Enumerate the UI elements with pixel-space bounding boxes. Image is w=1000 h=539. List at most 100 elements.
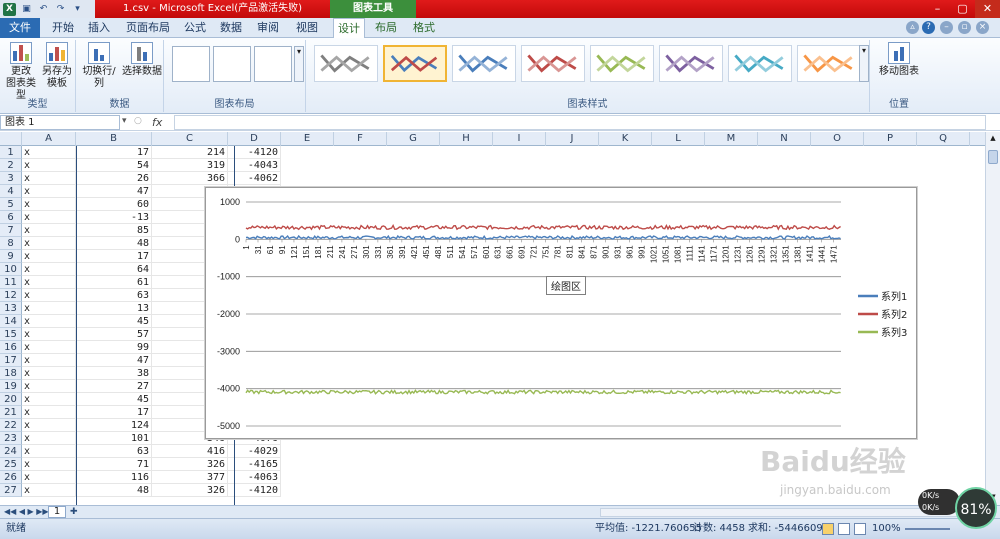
cell-b25[interactable]: 71 [76, 458, 152, 471]
cell-b21[interactable]: 17 [76, 406, 152, 419]
row-header[interactable]: 3 [0, 172, 22, 185]
column-header-k[interactable]: K [599, 132, 652, 146]
switch-row-column-button[interactable]: 切换行/列 [78, 42, 120, 90]
cell-b12[interactable]: 63 [76, 289, 152, 302]
help-icon[interactable]: ? [922, 21, 935, 34]
close-button[interactable]: ✕ [975, 0, 1000, 18]
column-header-f[interactable]: F [334, 132, 387, 146]
cell-a13[interactable]: x [22, 302, 76, 315]
cell-a12[interactable]: x [22, 289, 76, 302]
cell-a18[interactable]: x [22, 367, 76, 380]
cell-b6[interactable]: -13 [76, 211, 152, 224]
cell-c2[interactable]: 319 [152, 159, 228, 172]
cell-b11[interactable]: 61 [76, 276, 152, 289]
insert-function-icon[interactable]: fx [152, 115, 172, 130]
cell-b20[interactable]: 45 [76, 393, 152, 406]
cell-a3[interactable]: x [22, 172, 76, 185]
save-icon[interactable]: ▣ [20, 3, 33, 16]
row-header[interactable]: 25 [0, 458, 22, 471]
cell-d25[interactable]: -4165 [228, 458, 281, 471]
chart-style-4[interactable] [521, 45, 585, 82]
cell-a26[interactable]: x [22, 471, 76, 484]
sheet-nav-icons[interactable]: ◀◀ ◀ ▶ ▶▶ [4, 506, 49, 518]
select-data-button[interactable]: 选择数据 [122, 42, 162, 78]
tab-design[interactable]: 设计 [333, 18, 365, 39]
row-header[interactable]: 17 [0, 354, 22, 367]
save-as-template-button[interactable]: 另存为 模板 [40, 42, 74, 90]
move-chart-button[interactable]: 移动图表 [878, 42, 920, 78]
cell-b24[interactable]: 63 [76, 445, 152, 458]
row-header[interactable]: 9 [0, 250, 22, 263]
layout-3-thumbnail[interactable] [254, 46, 292, 82]
row-header[interactable]: 10 [0, 263, 22, 276]
cell-b15[interactable]: 57 [76, 328, 152, 341]
cell-a8[interactable]: x [22, 237, 76, 250]
column-header-h[interactable]: H [440, 132, 493, 146]
cell-b22[interactable]: 124 [76, 419, 152, 432]
tab-layout[interactable]: 布局 [371, 18, 401, 38]
layout-1-thumbnail[interactable] [172, 46, 210, 82]
cell-d2[interactable]: -4043 [228, 159, 281, 172]
tab-review[interactable]: 审阅 [253, 18, 283, 38]
workbook-restore-icon[interactable]: ▫ [958, 21, 971, 34]
row-header[interactable]: 13 [0, 302, 22, 315]
cell-b9[interactable]: 17 [76, 250, 152, 263]
formula-input[interactable] [174, 115, 986, 130]
layout-gallery-more-icon[interactable]: ▾ [294, 46, 304, 82]
column-header-o[interactable]: O [811, 132, 864, 146]
cell-c26[interactable]: 377 [152, 471, 228, 484]
page-break-view-icon[interactable] [854, 523, 866, 535]
sheet-tab-1[interactable]: 1 [48, 506, 66, 518]
cell-a4[interactable]: x [22, 185, 76, 198]
cell-b10[interactable]: 64 [76, 263, 152, 276]
column-header-q[interactable]: Q [917, 132, 970, 146]
cell-a21[interactable]: x [22, 406, 76, 419]
page-layout-view-icon[interactable] [838, 523, 850, 535]
row-header[interactable]: 24 [0, 445, 22, 458]
customize-qat-icon[interactable]: ▾ [71, 3, 84, 16]
cell-a2[interactable]: x [22, 159, 76, 172]
row-header[interactable]: 6 [0, 211, 22, 224]
column-header-n[interactable]: N [758, 132, 811, 146]
chart-style-8[interactable] [797, 45, 861, 82]
chart-style-7[interactable] [728, 45, 792, 82]
column-header-e[interactable]: E [281, 132, 334, 146]
cell-b27[interactable]: 48 [76, 484, 152, 497]
column-header-a[interactable]: A [22, 132, 76, 146]
cell-b18[interactable]: 38 [76, 367, 152, 380]
tab-format[interactable]: 格式 [409, 18, 439, 38]
cell-b16[interactable]: 99 [76, 341, 152, 354]
cell-b2[interactable]: 54 [76, 159, 152, 172]
column-header-r[interactable]: R [970, 132, 985, 146]
cell-a24[interactable]: x [22, 445, 76, 458]
scroll-thumb[interactable] [988, 150, 998, 164]
cell-a19[interactable]: x [22, 380, 76, 393]
row-header[interactable]: 19 [0, 380, 22, 393]
row-header[interactable]: 16 [0, 341, 22, 354]
layout-2-thumbnail[interactable] [213, 46, 251, 82]
normal-view-icon[interactable] [822, 523, 834, 535]
row-header[interactable]: 26 [0, 471, 22, 484]
insert-sheet-icon[interactable]: ✚ [70, 506, 78, 518]
cell-b19[interactable]: 27 [76, 380, 152, 393]
cell-a11[interactable]: x [22, 276, 76, 289]
chart-style-6[interactable] [659, 45, 723, 82]
redo-icon[interactable]: ↷ [54, 3, 67, 16]
cell-a23[interactable]: x [22, 432, 76, 445]
workbook-minimize-icon[interactable]: – [940, 21, 953, 34]
row-header[interactable]: 5 [0, 198, 22, 211]
zoom-level[interactable]: 100% [872, 519, 901, 538]
cell-a25[interactable]: x [22, 458, 76, 471]
chart-style-1[interactable] [314, 45, 378, 82]
tab-data[interactable]: 数据 [216, 18, 246, 38]
cell-c24[interactable]: 416 [152, 445, 228, 458]
column-header-p[interactable]: P [864, 132, 917, 146]
chart-style-2-selected[interactable] [383, 45, 447, 82]
zoom-slider[interactable] [905, 528, 950, 530]
cell-a5[interactable]: x [22, 198, 76, 211]
embedded-chart[interactable]: 1000 0 -1000 -2000 -3000 -4000 -5000 1 31 61 91 121… [205, 187, 917, 439]
tab-formulas[interactable]: 公式 [180, 18, 210, 38]
ribbon-minimize-icon[interactable]: ▵ [906, 21, 919, 34]
chart-canvas[interactable]: 1000 0 -1000 -2000 -3000 -4000 -5000 1 31 61 91 121… [206, 188, 918, 440]
cell-c25[interactable]: 326 [152, 458, 228, 471]
